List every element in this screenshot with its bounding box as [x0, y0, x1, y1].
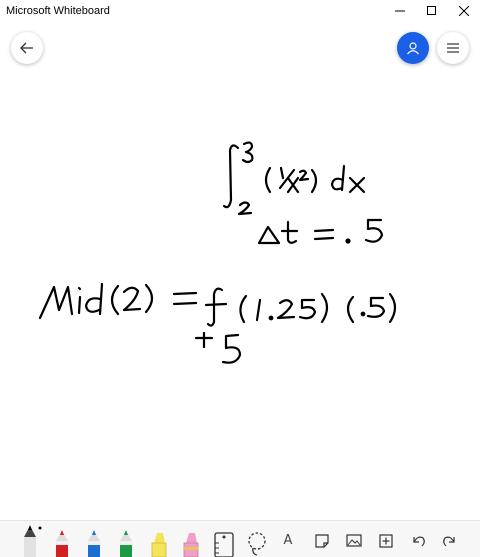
text-tool-icon: A — [283, 533, 293, 548]
pen-icon — [56, 530, 68, 557]
undo-icon — [413, 536, 425, 547]
lasso-tool[interactable] — [244, 521, 270, 557]
pen-red-tool[interactable] — [50, 521, 74, 557]
maximize-icon — [427, 6, 436, 15]
image-icon — [346, 534, 362, 547]
person-icon — [407, 42, 419, 55]
inking-toolbar: A — [0, 520, 480, 557]
close-icon — [459, 6, 469, 16]
pen-black-tool[interactable] — [16, 521, 44, 557]
minimize-button[interactable] — [384, 0, 416, 22]
highlighter-yellow-tool[interactable] — [146, 521, 172, 557]
insert-image-tool[interactable] — [342, 521, 366, 557]
lasso-icon — [248, 532, 266, 556]
pen-icon — [120, 530, 132, 557]
back-button[interactable] — [11, 32, 43, 64]
redo-icon — [443, 536, 455, 547]
title-bar: Microsoft Whiteboard — [0, 0, 480, 22]
pen-green-tool[interactable] — [114, 521, 138, 557]
profile-button[interactable] — [397, 32, 429, 64]
sticky-note-tool[interactable] — [310, 521, 334, 557]
highlighter-pink-tool[interactable] — [178, 521, 204, 557]
close-button[interactable] — [448, 0, 480, 22]
ruler-tool[interactable] — [210, 521, 238, 557]
window-title: Microsoft Whiteboard — [6, 5, 110, 17]
pen-icon — [88, 530, 100, 557]
hamburger-icon — [447, 43, 459, 53]
minimize-icon — [395, 10, 405, 12]
menu-button[interactable] — [437, 32, 469, 64]
text-tool[interactable]: A — [276, 521, 300, 557]
plus-box-icon — [379, 534, 393, 548]
highlighter-icon — [151, 533, 167, 557]
sticky-note-icon — [315, 534, 329, 548]
ruler-icon — [214, 532, 234, 557]
whiteboard-canvas[interactable] — [0, 70, 480, 520]
maximize-button[interactable] — [416, 0, 448, 22]
pen-blue-tool[interactable] — [82, 521, 106, 557]
undo-button[interactable] — [406, 521, 430, 557]
window-controls — [384, 0, 480, 22]
add-content-tool[interactable] — [374, 521, 398, 557]
handwriting-ink — [38, 141, 397, 364]
pen-icon — [24, 525, 42, 557]
highlighter-icon — [183, 533, 199, 557]
redo-button[interactable] — [438, 521, 462, 557]
arrow-left-icon — [20, 42, 33, 54]
